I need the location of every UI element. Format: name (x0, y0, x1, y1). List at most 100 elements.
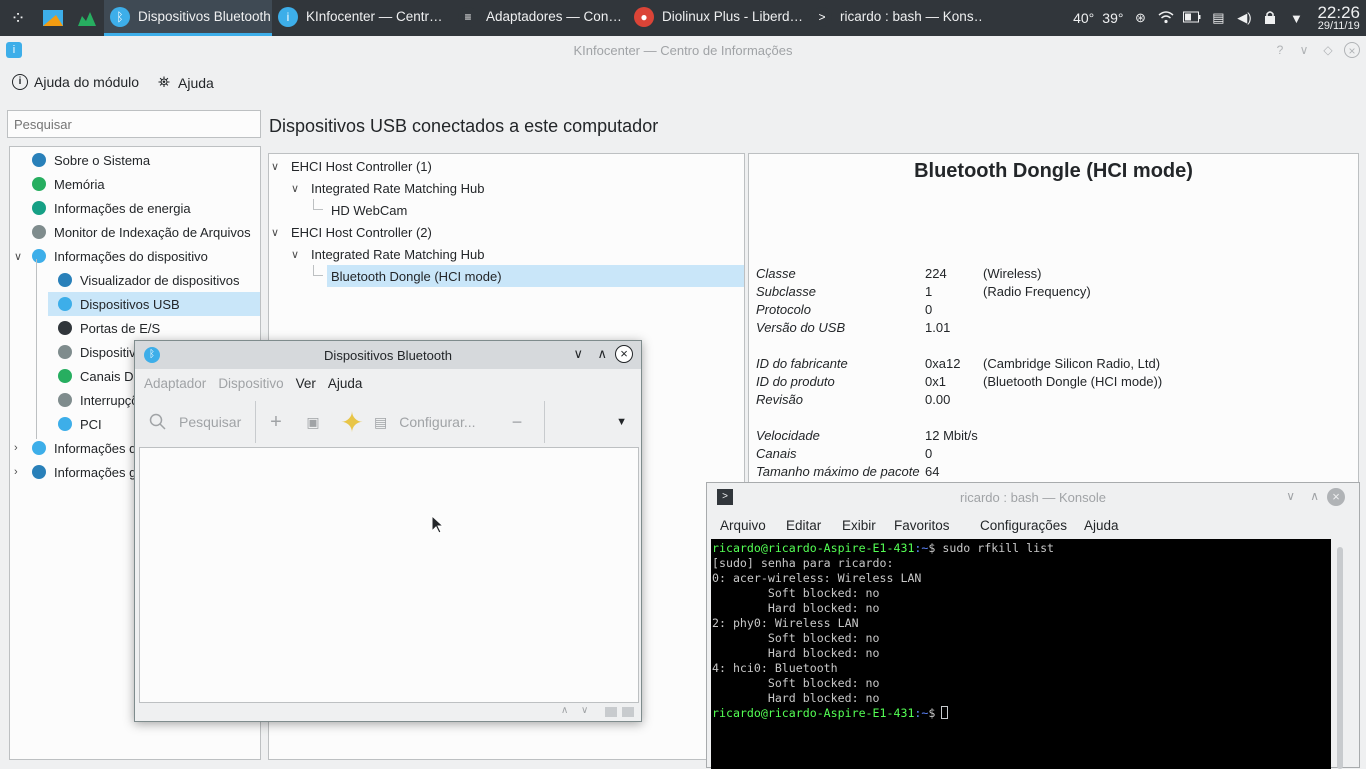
help-titlebar-icon[interactable]: ? (1272, 42, 1288, 58)
bt-search-button[interactable]: Pesquisar (135, 413, 255, 431)
sidebar-item[interactable]: Memória (10, 172, 260, 196)
close-icon[interactable]: × (1344, 42, 1360, 58)
konsole-titlebar[interactable]: > ricardo : bash — Konsole ∨ ∧ × (707, 483, 1359, 511)
sidebar-item[interactable]: Dispositivos USB (48, 292, 260, 316)
konsole-menu-item[interactable]: Configurações (980, 518, 1084, 533)
search-input[interactable] (7, 110, 261, 138)
terminal-output-line: Hard blocked: no (712, 601, 880, 615)
close-icon[interactable]: × (615, 345, 633, 363)
updates-icon[interactable]: ⊛ (1131, 10, 1149, 26)
kinfo-titlebar[interactable]: KInfocenter — Centro de Informações (0, 36, 1366, 64)
sidebar-item[interactable]: Monitor de Indexação de Arquivos (10, 220, 260, 244)
expand-icon[interactable]: › (14, 466, 18, 478)
sidebar-item[interactable]: Visualizador de dispositivos (48, 268, 260, 292)
help-button[interactable]: ⛯ Ajuda (158, 74, 214, 91)
terminal[interactable]: ricardo@ricardo-Aspire-E1-431:~$ sudo rf… (711, 539, 1331, 769)
task-2[interactable]: ≡ Adaptadores — Con… (452, 0, 628, 36)
trust-icon[interactable]: ▣ (296, 414, 330, 431)
view-mode-icon[interactable] (605, 707, 617, 717)
sidebar-item-label: Visualizador de dispositivos (80, 272, 240, 288)
collapse-icon[interactable]: ∨ (271, 226, 279, 239)
collapse-icon[interactable]: ∨ (271, 160, 279, 173)
task-3[interactable]: ● Diolinux Plus - Liberd… (628, 0, 806, 36)
sidebar-item-icon (32, 177, 46, 191)
usb-tree-item[interactable]: Bluetooth Dongle (HCI mode) (313, 265, 744, 287)
task-1[interactable]: i KInfocenter — Centr… (272, 0, 452, 36)
remove-icon[interactable]: − (500, 412, 534, 433)
sidebar-item-icon (58, 369, 72, 383)
minimize-icon[interactable]: ∨ (1286, 489, 1295, 503)
lock-icon[interactable] (1261, 10, 1279, 27)
menu-view[interactable]: Ver (296, 376, 316, 391)
view-mode-icon-2[interactable] (622, 707, 634, 717)
detail-value: 0xa12 (925, 356, 961, 371)
maximize-icon[interactable]: ∧ (1310, 489, 1319, 503)
prompt-user: ricardo@ricardo-Aspire-E1-431 (712, 706, 915, 720)
collapse-icon[interactable]: ∨ (291, 248, 299, 261)
chrome-icon: ● (634, 6, 654, 27)
terminal-output-line: [sudo] senha para ricardo: (712, 556, 894, 570)
minimize-icon[interactable]: ∨ (573, 346, 583, 362)
prompt-line: ricardo@ricardo-Aspire-E1-431:~$ sudo rf… (712, 541, 1330, 556)
usb-tree-item[interactable]: ∨ EHCI Host Controller (1) (271, 155, 687, 177)
app-launcher-icon[interactable]: ⁘ (0, 0, 36, 36)
detail-key: Revisão (756, 392, 803, 407)
clock[interactable]: 22:26 29/11/19 (1313, 4, 1360, 32)
minimize-icon[interactable]: ∨ (1296, 42, 1312, 58)
close-icon[interactable]: × (1327, 488, 1345, 506)
menu-device[interactable]: Dispositivo (218, 376, 283, 391)
menu-help[interactable]: Ajuda (328, 376, 363, 391)
terminal-scrollbar[interactable] (1337, 547, 1343, 769)
desktop-icon[interactable] (36, 0, 70, 36)
sidebar-item-icon (58, 393, 72, 407)
module-help-label: Ajuda do módulo (34, 74, 140, 90)
kinfo-app-icon[interactable]: i (6, 42, 22, 58)
expand-icon[interactable]: › (14, 442, 18, 454)
configure-label: Configurar... (399, 414, 476, 430)
detail-key: Velocidade (756, 428, 820, 443)
usb-tree-label: Integrated Rate Matching Hub (311, 246, 485, 262)
sidebar-item-label: Sobre o Sistema (54, 152, 151, 168)
usb-tree-item[interactable]: HD WebCam (313, 199, 727, 221)
bt-titlebar[interactable]: ᛒ Dispositivos Bluetooth ∨ ∧ × (135, 341, 641, 369)
system-monitor-icon[interactable] (70, 0, 104, 36)
maximize-icon[interactable]: ◇ (1320, 42, 1336, 58)
konsole-menu-item[interactable]: Favoritos (894, 518, 980, 533)
bt-device-list[interactable] (139, 447, 639, 703)
menu-adapter[interactable]: Adaptador (144, 376, 206, 391)
battery-icon[interactable] (1183, 11, 1201, 26)
volume-icon[interactable]: ◀) (1235, 10, 1253, 26)
sidebar-item[interactable]: Portas de E/S (48, 316, 260, 340)
usb-tree-item[interactable]: ∨ Integrated Rate Matching Hub (291, 243, 707, 265)
collapse-icon[interactable]: ∨ (291, 182, 299, 195)
konsole-menu-item[interactable]: Editar (786, 518, 842, 533)
prompt-sign: $ (928, 706, 936, 720)
sidebar-item-label: Interrupçõ (80, 392, 139, 408)
add-icon[interactable]: + (256, 411, 296, 434)
detail-key: Protocolo (756, 302, 811, 317)
sidebar-item[interactable]: Sobre o Sistema (10, 148, 260, 172)
star-icon[interactable]: ✦ (330, 406, 374, 439)
sidebar-item[interactable]: Informações de energia (10, 196, 260, 220)
usb-tree-item[interactable]: ∨ Integrated Rate Matching Hub (291, 177, 707, 199)
task-0[interactable]: ᛒ Dispositivos Bluetooth (104, 0, 272, 36)
sidebar-item-icon (58, 345, 72, 359)
scroll-up-icon[interactable]: ∧ (561, 705, 568, 716)
sidebar-item[interactable]: ∨ Informações do dispositivo (10, 244, 260, 268)
task-4[interactable]: > ricardo : bash — Kons… (806, 0, 982, 36)
konsole-menu-item[interactable]: Arquivo (720, 518, 786, 533)
configure-button[interactable]: ▤ Configurar... (374, 414, 500, 431)
tray-expand-icon[interactable]: ▼ (1287, 11, 1305, 26)
usb-tree-label: EHCI Host Controller (1) (291, 158, 432, 174)
clipboard-icon[interactable]: ▤ (1209, 10, 1227, 26)
toolbar-menu-icon[interactable]: ▼ (616, 416, 627, 428)
wifi-icon[interactable] (1157, 10, 1175, 27)
task-label: Adaptadores — Con… (486, 9, 622, 24)
usb-tree-item[interactable]: ∨ EHCI Host Controller (2) (271, 221, 687, 243)
module-help-button[interactable]: i Ajuda do módulo (12, 74, 139, 90)
konsole-menu-item[interactable]: Ajuda (1084, 518, 1134, 533)
konsole-menu-item[interactable]: Exibir (842, 518, 894, 533)
maximize-icon[interactable]: ∧ (597, 346, 607, 362)
scroll-down-icon[interactable]: ∨ (581, 705, 588, 716)
expand-icon[interactable]: ∨ (14, 250, 22, 263)
